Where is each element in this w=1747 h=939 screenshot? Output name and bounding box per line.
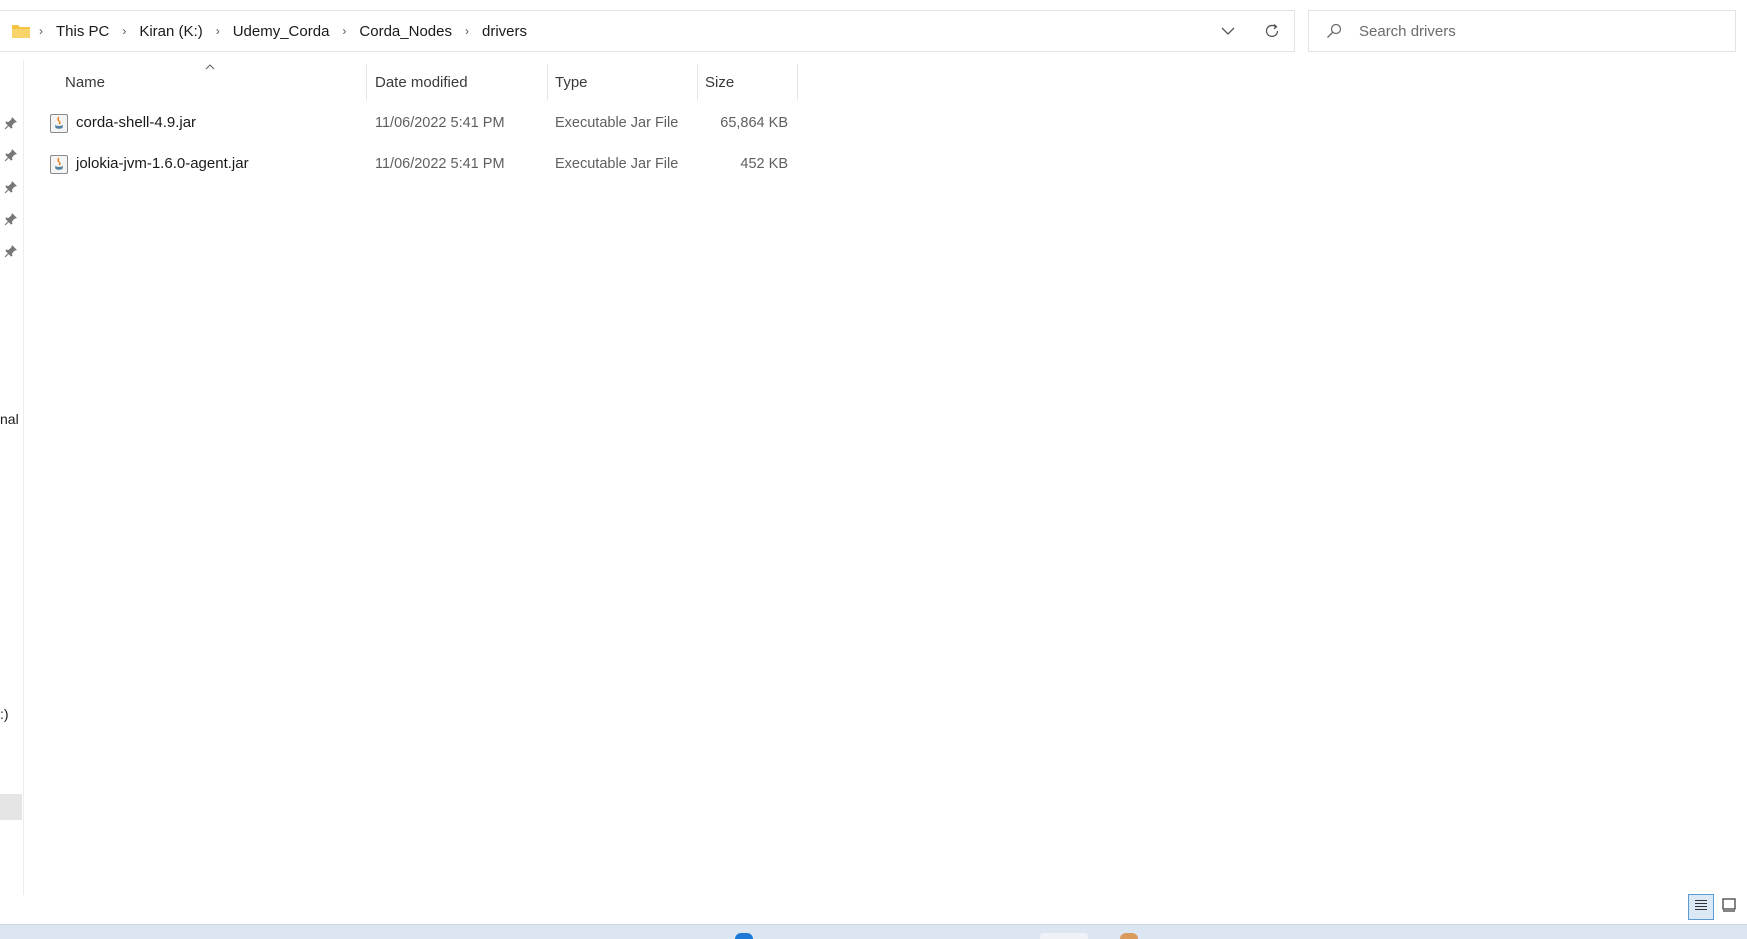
chevron-right-icon[interactable]: › xyxy=(456,24,478,38)
column-header-size-label: Size xyxy=(705,73,735,91)
navigation-pane[interactable]: nal :) xyxy=(0,60,24,895)
file-date: 11/06/2022 5:41 PM xyxy=(375,115,505,131)
file-name[interactable]: jolokia-jvm-1.6.0-agent.jar xyxy=(76,155,249,172)
column-divider[interactable] xyxy=(797,64,798,100)
chevron-down-icon[interactable] xyxy=(1206,11,1250,51)
address-bar[interactable]: › This PC › Kiran (K:) › Udemy_Corda › C… xyxy=(0,10,1295,52)
column-header-size[interactable]: Size xyxy=(698,62,797,102)
chevron-right-icon[interactable]: › xyxy=(113,24,135,38)
tiles-view-button[interactable] xyxy=(1716,894,1742,920)
chevron-right-icon[interactable]: › xyxy=(333,24,355,38)
pin-icon xyxy=(4,212,18,226)
pin-icon xyxy=(4,148,18,162)
column-header-date[interactable]: Date modified xyxy=(367,62,547,102)
tiles-view-icon xyxy=(1722,897,1736,917)
breadcrumb-kiran-drive[interactable]: Kiran (K:) xyxy=(135,23,206,40)
pin-icon xyxy=(4,180,18,194)
search-icon xyxy=(1325,22,1343,40)
jar-file-icon xyxy=(50,114,68,133)
folder-icon xyxy=(12,24,30,38)
file-type: Executable Jar File xyxy=(555,115,679,131)
nav-item-partial[interactable]: nal xyxy=(0,411,19,427)
file-size: 65,864 KB xyxy=(720,115,788,131)
pin-icon xyxy=(4,244,18,258)
nav-item-partial[interactable]: :) xyxy=(0,706,9,722)
file-row[interactable]: jolokia-jvm-1.6.0-agent.jar 11/06/2022 5… xyxy=(44,145,798,183)
taskbar[interactable] xyxy=(0,924,1747,939)
chevron-right-icon[interactable]: › xyxy=(30,24,52,38)
refresh-icon[interactable] xyxy=(1250,11,1294,51)
file-row[interactable]: corda-shell-4.9.jar 11/06/2022 5:41 PM E… xyxy=(44,104,798,142)
column-header-type-label: Type xyxy=(555,73,588,91)
search-input[interactable] xyxy=(1357,21,1721,41)
jar-file-icon xyxy=(50,155,68,174)
nav-item-selected[interactable] xyxy=(0,794,22,820)
taskbar-app-icon[interactable] xyxy=(1040,933,1088,939)
file-type: Executable Jar File xyxy=(555,156,679,172)
taskbar-app-icon[interactable] xyxy=(1120,933,1138,939)
column-header-date-label: Date modified xyxy=(375,73,468,91)
column-header-type[interactable]: Type xyxy=(548,62,697,102)
chevron-right-icon[interactable]: › xyxy=(207,24,229,38)
breadcrumb-corda-nodes[interactable]: Corda_Nodes xyxy=(355,23,456,40)
file-name[interactable]: corda-shell-4.9.jar xyxy=(76,114,196,131)
taskbar-app-icon[interactable] xyxy=(735,933,753,939)
column-header-name[interactable]: Name xyxy=(44,62,366,102)
column-header-name-label: Name xyxy=(65,73,106,91)
breadcrumb-this-pc[interactable]: This PC xyxy=(52,23,113,40)
file-size: 452 KB xyxy=(740,156,788,172)
details-view-button[interactable] xyxy=(1688,894,1714,920)
breadcrumb-drivers[interactable]: drivers xyxy=(478,23,531,40)
pin-icon xyxy=(4,116,18,130)
file-date: 11/06/2022 5:41 PM xyxy=(375,156,505,172)
search-box[interactable] xyxy=(1308,10,1736,52)
breadcrumb-udemy-corda[interactable]: Udemy_Corda xyxy=(229,23,334,40)
details-view-icon xyxy=(1694,898,1708,916)
